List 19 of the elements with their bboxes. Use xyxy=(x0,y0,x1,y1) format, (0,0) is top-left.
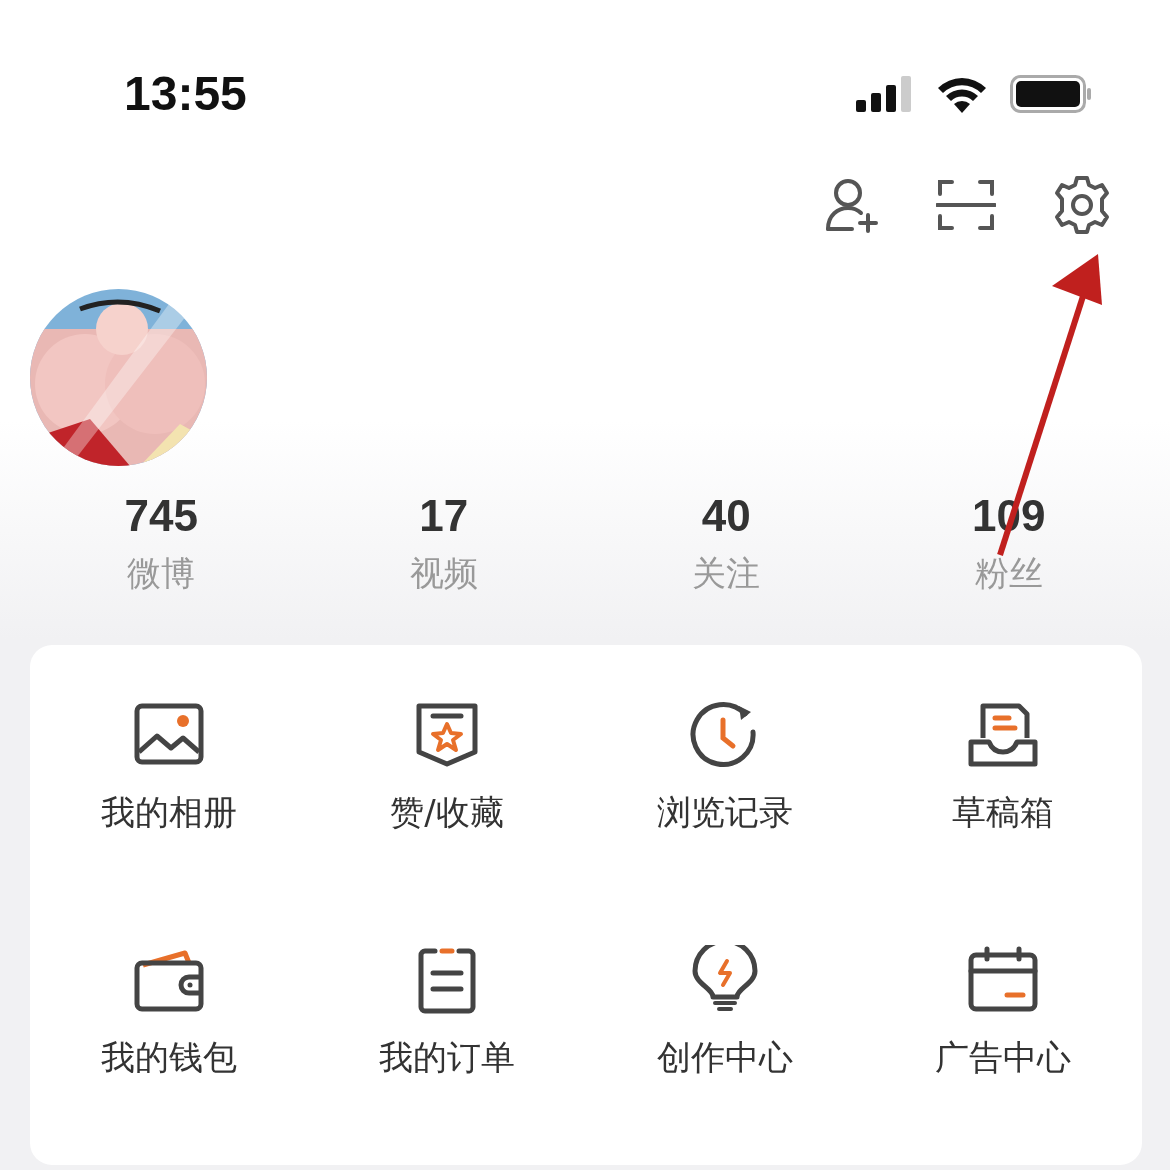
menu-label[interactable]: 创作中心 xyxy=(657,1035,793,1079)
add-friend-icon[interactable] xyxy=(824,177,880,233)
menu-label[interactable]: 广告中心 xyxy=(935,1035,1071,1079)
battery-icon xyxy=(1010,75,1092,113)
status-time: 13:55 xyxy=(124,66,247,122)
scan-icon[interactable] xyxy=(936,178,996,232)
menu-label[interactable]: 草稿箱 xyxy=(952,790,1054,834)
settings-icon[interactable] xyxy=(1052,175,1112,235)
stat-count[interactable]: 40 xyxy=(701,490,751,542)
menu-label[interactable]: 赞/收藏 xyxy=(390,790,504,834)
menu-label[interactable]: 我的订单 xyxy=(379,1035,515,1079)
menu-label[interactable]: 我的钱包 xyxy=(101,1035,237,1079)
stat-count[interactable]: 17 xyxy=(419,490,469,542)
calendar-icon[interactable] xyxy=(967,945,1039,1015)
wifi-icon xyxy=(936,75,988,113)
menu-label[interactable]: 浏览记录 xyxy=(657,790,793,834)
menu-label[interactable]: 我的相册 xyxy=(101,790,237,834)
signal-icon xyxy=(856,76,914,112)
stat-count[interactable]: 745 xyxy=(124,490,198,542)
